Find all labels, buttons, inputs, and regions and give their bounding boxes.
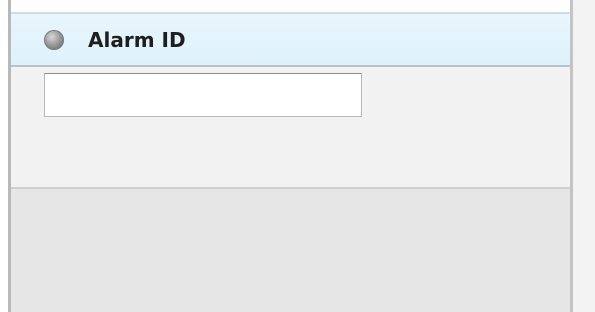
alarm-id-panel: Alarm ID (11, 13, 570, 312)
panel-title: Alarm ID (88, 28, 186, 52)
radio-button-icon[interactable] (44, 30, 64, 50)
panel-header[interactable]: Alarm ID (11, 13, 570, 67)
panel-body (11, 67, 570, 189)
alarm-id-input[interactable] (44, 73, 362, 117)
top-strip (11, 0, 570, 13)
panel-footer (11, 189, 570, 312)
page: Alarm ID (0, 0, 595, 312)
scrollbar-gutter[interactable] (573, 0, 595, 312)
